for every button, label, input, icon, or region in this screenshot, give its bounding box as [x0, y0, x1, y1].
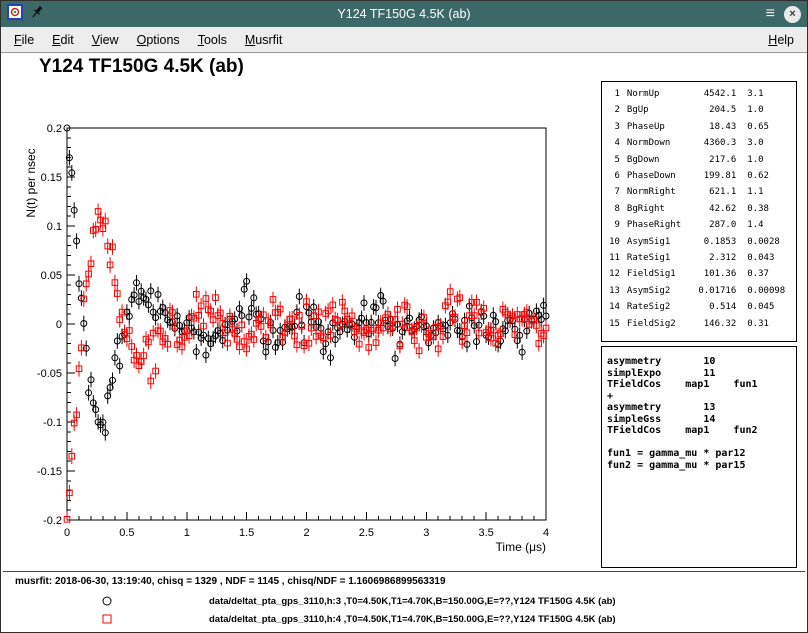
- plot-area[interactable]: 0 0.5 1 1.5 2 2.5 3 3.5 4 -0.2 -0.15 -0.1 -0.05 0 0.05…: [21, 111, 576, 561]
- canvas-title: Y124 TF150G 4.5K (ab): [39, 56, 244, 78]
- legend-label: data/deltat_pta_gps_3110,h:3 ,T0=4.50K,T…: [209, 596, 616, 607]
- svg-text:2.5: 2.5: [359, 527, 374, 539]
- parameter-row: 10AsymSig10.18530.0028: [606, 234, 793, 250]
- parameter-row: 13AsymSig20.017160.00098: [606, 283, 793, 299]
- svg-text:2: 2: [303, 527, 309, 539]
- theory-block: asymmetry 10simplExpo 11TFieldCos map1 f…: [601, 346, 797, 568]
- parameter-row: 4NormDown4360.33.0: [606, 135, 793, 151]
- svg-text:0.05: 0.05: [41, 270, 62, 282]
- fit-info: musrfit: 2018-06-30, 13:19:40, chisq = 1…: [15, 576, 446, 587]
- svg-text:3.5: 3.5: [478, 527, 493, 539]
- svg-text:-0.05: -0.05: [37, 368, 62, 380]
- menu-item-help[interactable]: Help: [759, 29, 803, 51]
- svg-text:-0.15: -0.15: [37, 466, 62, 478]
- parameter-row: 9PhaseRight287.01.4: [606, 217, 793, 233]
- parameter-row: 1NormUp4542.13.1: [606, 86, 793, 102]
- menu-item-tools[interactable]: Tools: [189, 29, 236, 51]
- parameter-row: 5BgDown217.61.0: [606, 152, 793, 168]
- theory-line: TFieldCos map1 fun1: [607, 379, 796, 391]
- svg-text:0.5: 0.5: [119, 527, 134, 539]
- svg-text:0: 0: [56, 319, 62, 331]
- svg-text:-0.2: -0.2: [43, 515, 62, 527]
- musrfit-window: Y124 TF150G 4.5K (ab) ≡ × File Edit View…: [0, 0, 808, 633]
- legend-row: data/deltat_pta_gps_3110,h:4 ,T0=4.50K,T…: [1, 610, 807, 628]
- theory-line: asymmetry 10: [607, 356, 796, 368]
- theory-line: asymmetry 13: [607, 402, 796, 414]
- window-title: Y124 TF150G 4.5K (ab): [337, 7, 470, 21]
- svg-text:1: 1: [184, 527, 190, 539]
- theory-line: fun2 = gamma_mu * par15: [607, 460, 796, 472]
- info-divider: [3, 571, 805, 572]
- titlebar[interactable]: Y124 TF150G 4.5K (ab) ≡ ×: [1, 1, 807, 27]
- parameter-row: 8BgRight42.620.38: [606, 201, 793, 217]
- svg-text:1.5: 1.5: [239, 527, 254, 539]
- menu-item-file[interactable]: File: [5, 29, 43, 51]
- theory-line: +: [607, 391, 796, 403]
- theory-line: simplExpo 11: [607, 368, 796, 380]
- root-canvas: Y124 TF150G 4.5K (ab) 0 0.5 1 1.5 2 2.5 3 3.5 4 -…: [1, 53, 807, 632]
- menu-item-musrfit[interactable]: Musrfit: [236, 29, 292, 51]
- theory-line: simpleGss 14: [607, 414, 796, 426]
- svg-text:0: 0: [64, 527, 70, 539]
- svg-text:N(t) per nsec: N(t) per nsec: [24, 148, 38, 217]
- parameter-row: 2BgUp204.51.0: [606, 102, 793, 118]
- plot-legend: data/deltat_pta_gps_3110,h:3 ,T0=4.50K,T…: [1, 592, 807, 628]
- svg-text:Time (μs): Time (μs): [496, 540, 546, 554]
- parameter-row: 7NormRight621.11.1: [606, 184, 793, 200]
- svg-text:0.2: 0.2: [47, 123, 62, 135]
- parameter-row: 11RateSig12.3120.043: [606, 250, 793, 266]
- svg-text:3: 3: [423, 527, 429, 539]
- close-icon[interactable]: ×: [784, 6, 801, 23]
- svg-text:0.15: 0.15: [41, 172, 62, 184]
- parameter-row: 3PhaseUp18.430.65: [606, 119, 793, 135]
- parameter-row: 12FieldSig1101.360.37: [606, 266, 793, 282]
- svg-text:-0.1: -0.1: [43, 417, 62, 429]
- menu-item-edit[interactable]: Edit: [43, 29, 83, 51]
- parameter-list: 1NormUp4542.13.12BgUp204.51.03PhaseUp18.…: [601, 81, 797, 342]
- app-icon[interactable]: [7, 4, 23, 25]
- parameter-row: 15FieldSig2146.320.31: [606, 316, 793, 332]
- theory-line: fun1 = gamma_mu * par12: [607, 448, 796, 460]
- menu-item-view[interactable]: View: [83, 29, 128, 51]
- menu-item-options[interactable]: Options: [128, 29, 189, 51]
- svg-text:0.1: 0.1: [47, 221, 62, 233]
- legend-row: data/deltat_pta_gps_3110,h:3 ,T0=4.50K,T…: [1, 592, 807, 610]
- svg-text:4: 4: [543, 527, 549, 539]
- parameter-row: 14RateSig20.5140.045: [606, 299, 793, 315]
- menubar: File Edit View Options Tools Musrfit Hel…: [1, 27, 807, 53]
- theory-line: [607, 437, 796, 449]
- legend-label: data/deltat_pta_gps_3110,h:4 ,T0=4.50K,T…: [209, 614, 616, 625]
- window-menu-icon[interactable]: ≡: [766, 6, 775, 22]
- legend-square-icon: [101, 613, 114, 626]
- theory-line: TFieldCos map1 fun2: [607, 425, 796, 437]
- parameter-row: 6PhaseDown199.810.62: [606, 168, 793, 184]
- pin-icon[interactable]: [30, 4, 44, 25]
- legend-circle-icon: [101, 595, 114, 608]
